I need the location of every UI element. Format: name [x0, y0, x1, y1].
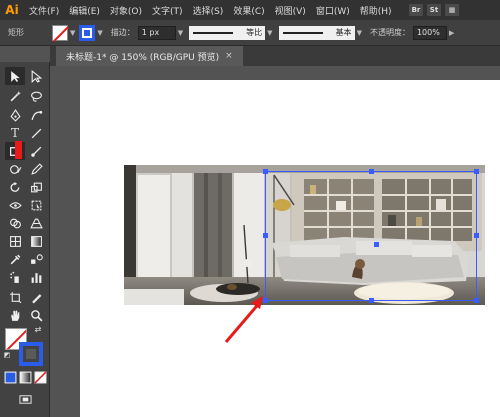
close-icon[interactable]: × [225, 51, 233, 61]
chevron-right-icon[interactable]: ▶ [449, 29, 454, 37]
profile-label: 等比 [246, 28, 263, 37]
menu-select[interactable]: 选择(S) [188, 4, 229, 17]
stroke-color-box[interactable] [19, 342, 43, 366]
brush-label: 基本 [335, 28, 352, 37]
tools-panel: T ⇄ ◩ [0, 62, 50, 417]
stroke-swatch[interactable] [79, 24, 96, 41]
paintbrush-tool-icon[interactable] [26, 142, 46, 160]
brush-definition[interactable]: 基本 [278, 25, 355, 40]
pencil-tool-icon[interactable] [26, 160, 46, 178]
red-highlight-marker [15, 141, 22, 159]
selection-tool-icon[interactable] [5, 67, 25, 85]
menu-bar: Ai 文件(F) 编辑(E) 对象(O) 文字(T) 选择(S) 效果(C) 视… [0, 0, 500, 20]
pen-tool-icon[interactable] [5, 106, 25, 124]
free-transform-tool-icon[interactable] [26, 196, 46, 214]
chevron-down-icon[interactable]: ▼ [178, 29, 183, 37]
perspective-grid-tool-icon[interactable] [26, 214, 46, 232]
hand-tool-icon[interactable] [5, 306, 25, 324]
mesh-tool-icon[interactable] [5, 232, 25, 250]
none-mode-icon[interactable] [33, 370, 47, 384]
menu-help[interactable]: 帮助(H) [355, 4, 397, 17]
canvas-area[interactable] [50, 66, 500, 417]
shape-type-label: 矩形 [8, 28, 24, 37]
document-tab[interactable]: 未标题-1* @ 150% (RGB/GPU 预览) × [56, 46, 243, 66]
chevron-down-icon[interactable]: ▼ [70, 29, 75, 37]
menu-type[interactable]: 文字(T) [147, 4, 188, 17]
color-mode-icon[interactable] [3, 370, 17, 384]
lasso-tool-icon[interactable] [26, 87, 46, 105]
app-logo: Ai [5, 3, 19, 17]
menu-effect[interactable]: 效果(C) [228, 4, 269, 17]
artboard-tool-icon[interactable] [5, 288, 25, 306]
variable-width-profile[interactable]: 等比 [189, 25, 266, 40]
rotate-tool-icon[interactable] [5, 178, 25, 196]
stroke-label: 描边： [110, 28, 135, 37]
direct-selection-tool-icon[interactable] [26, 67, 46, 85]
gradient-mode-icon[interactable] [18, 370, 32, 384]
menu-view[interactable]: 视图(V) [270, 4, 311, 17]
type-tool-icon[interactable]: T [5, 124, 25, 142]
symbol-sprayer-tool-icon[interactable] [5, 268, 25, 286]
swap-arrows-icon[interactable]: ⇄ [32, 324, 44, 334]
watermark-url: jingyan.baidu.com [430, 390, 500, 400]
control-bar: 矩形 ▼ ▼ 描边： 1 px ▼ 等比 ▼ 基本 ▼ 不透明度： 100% ▶ [0, 20, 500, 46]
shape-builder-tool-icon[interactable] [5, 214, 25, 232]
zoom-tool-icon[interactable] [26, 306, 46, 324]
width-tool-icon[interactable] [5, 196, 25, 214]
menu-icon-group: Br St ▦ [405, 4, 459, 16]
menu-edit[interactable]: 编辑(E) [64, 4, 105, 17]
chevron-down-icon[interactable]: ▼ [97, 29, 102, 37]
slice-tool-icon[interactable] [26, 288, 46, 306]
stroke-weight-input[interactable]: 1 px [137, 25, 176, 40]
default-colors-icon[interactable]: ◩ [2, 350, 12, 360]
stock-icon[interactable]: St [427, 4, 441, 16]
curvature-tool-icon[interactable] [26, 106, 46, 124]
opacity-label: 不透明度： [369, 28, 410, 37]
annotation-arrow-icon [224, 300, 263, 343]
gradient-tool-icon[interactable] [26, 232, 46, 250]
document-tab-bar: 未标题-1* @ 150% (RGB/GPU 预览) × [50, 46, 500, 66]
menu-window[interactable]: 窗口(W) [311, 4, 355, 17]
column-graph-tool-icon[interactable] [26, 268, 46, 286]
menu-file[interactable]: 文件(F) [24, 4, 64, 17]
menu-object[interactable]: 对象(O) [105, 4, 147, 17]
workspace-icon[interactable]: ▦ [445, 4, 459, 16]
document-tab-title: 未标题-1* @ 150% (RGB/GPU 预览) [66, 52, 220, 63]
chevron-down-icon[interactable]: ▼ [357, 29, 362, 37]
bridge-icon[interactable]: Br [409, 4, 423, 16]
fill-swatch[interactable] [52, 24, 68, 41]
scale-tool-icon[interactable] [26, 178, 46, 196]
eyedropper-tool-icon[interactable] [5, 250, 25, 268]
line-segment-tool-icon[interactable] [26, 124, 46, 142]
blend-tool-icon[interactable] [26, 250, 46, 268]
opacity-input[interactable]: 100% [412, 25, 447, 40]
shaper-tool-icon[interactable] [5, 160, 25, 178]
watermark-logo: Bai 经验 [385, 369, 443, 385]
draw-mode-icon[interactable] [14, 392, 36, 406]
magic-wand-tool-icon[interactable] [5, 87, 25, 105]
fill-stroke-widget[interactable] [5, 328, 45, 368]
chevron-down-icon[interactable]: ▼ [267, 29, 272, 37]
